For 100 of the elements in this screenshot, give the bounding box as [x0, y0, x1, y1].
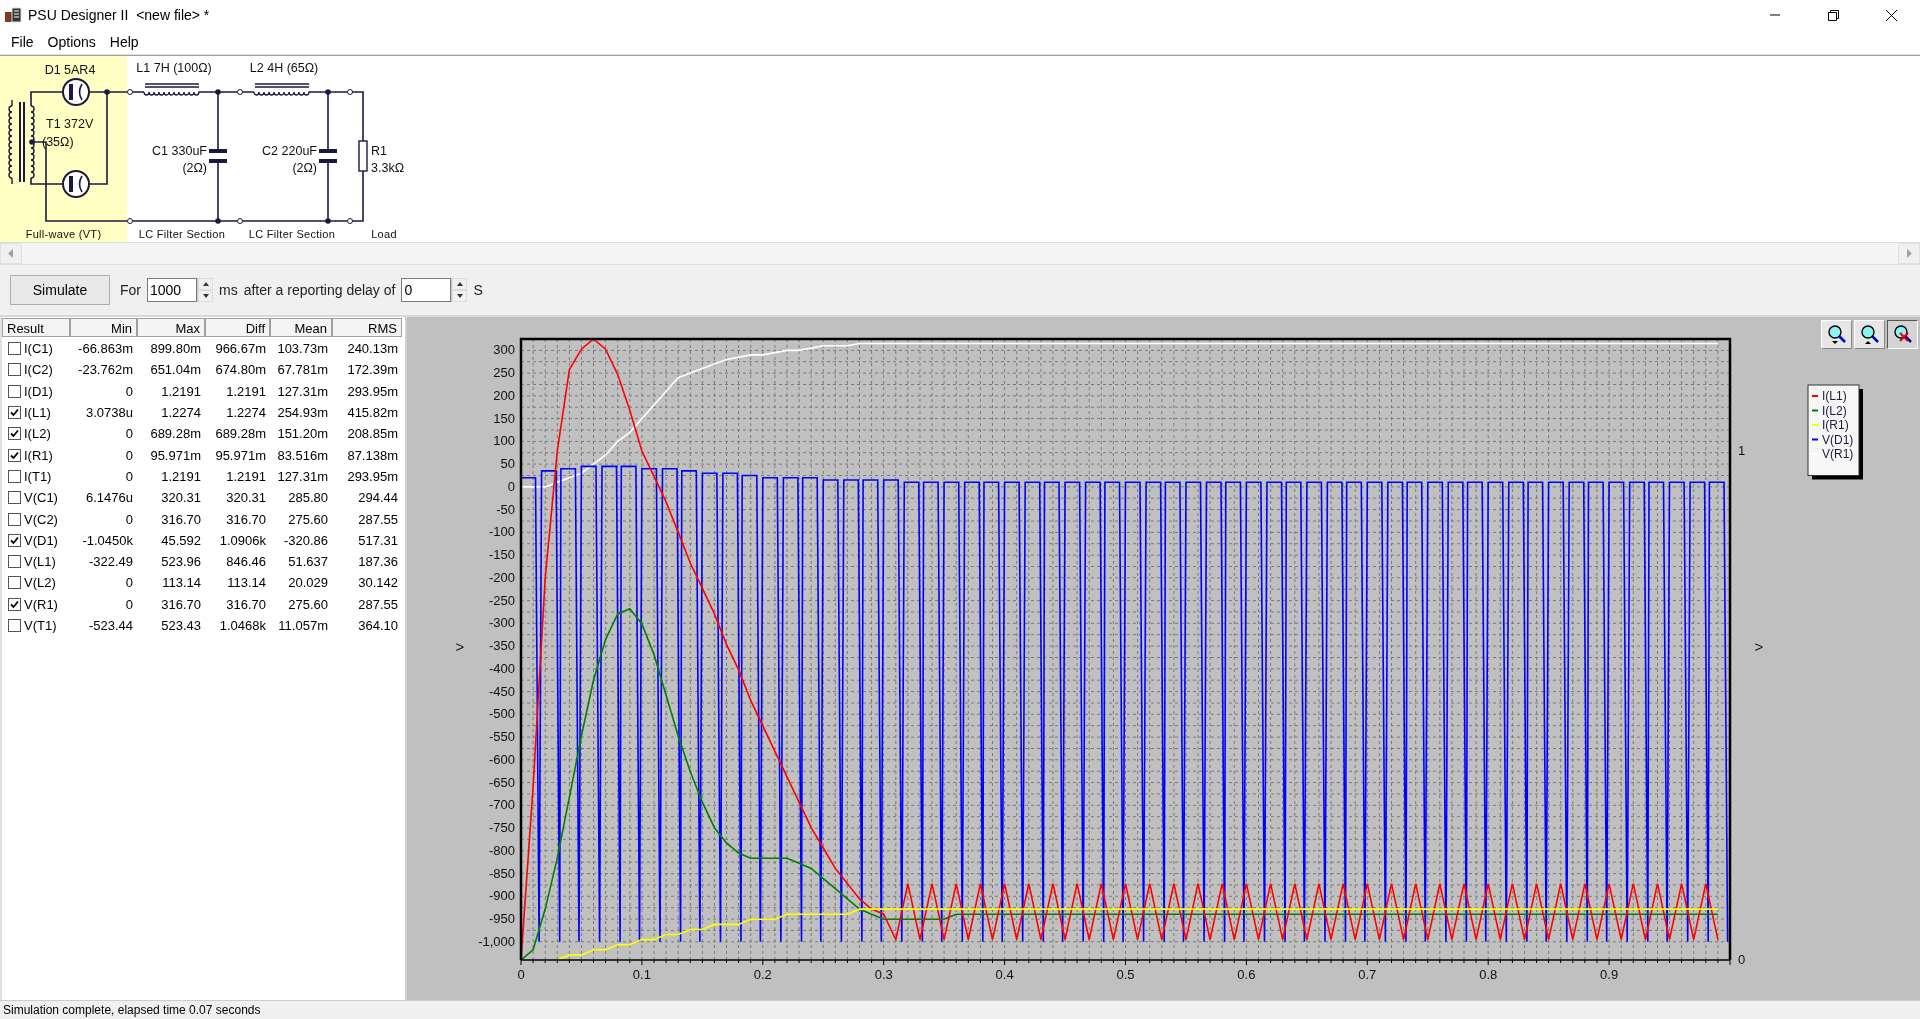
axis-tick-label: 150 — [493, 410, 515, 426]
component-label: (2Ω) — [182, 161, 207, 175]
table-cell-text: 287.55 — [357, 511, 399, 527]
table-cell-text: 187.36 — [357, 554, 399, 570]
axis-tick-label: -950 — [488, 911, 515, 927]
table-cell-text: -66.863m — [77, 341, 134, 357]
table-cell-text: 30.142 — [357, 575, 399, 591]
component-label: C1 330uF — [152, 144, 207, 158]
axis-tick-label: -650 — [488, 774, 515, 790]
axis-tick-label: 0.5 — [1116, 967, 1135, 982]
table-cell-text: 1.2274 — [160, 405, 202, 421]
table-cell-text: 0 — [124, 383, 134, 399]
component-label: R1 — [371, 144, 387, 158]
table-cell: V(D1) — [24, 532, 58, 548]
table-cell-text: 523.96 — [160, 554, 202, 570]
table-cell-text: 294.44 — [357, 490, 399, 506]
table-cell: V(T1) — [24, 618, 57, 633]
table-cell-text: 0 — [124, 426, 134, 442]
axis-tick-label: 0.6 — [1237, 967, 1256, 982]
table-cell-text: 651.04m — [149, 362, 202, 378]
table-cell-text: 320.31 — [160, 490, 202, 506]
table-cell-text: 0 — [124, 575, 134, 591]
table-cell-text: -523.44 — [87, 618, 134, 633]
axis-tick-label: 0 — [507, 478, 515, 494]
axis-tick-label: -200 — [488, 569, 515, 585]
table-cell-text: 208.85m — [346, 426, 399, 442]
table-cell: I(C1) — [24, 341, 53, 357]
axis-tick-label: 50 — [500, 456, 515, 472]
axis-tick-label: -600 — [488, 751, 515, 767]
axis-tick-label: 1 — [1738, 443, 1746, 458]
axis-tick-label: -400 — [488, 660, 515, 676]
table-cell-text: -1.0450k — [81, 532, 134, 548]
axis-title: > — [1754, 638, 1764, 655]
table-cell-text: 1.0906k — [218, 532, 267, 548]
axis-tick-label: 200 — [493, 387, 515, 403]
axis-tick-label: -550 — [488, 729, 515, 745]
axis-tick-label: -800 — [488, 842, 515, 858]
legend-label: I(L1) — [1822, 389, 1847, 403]
table-cell-text: 254.93m — [276, 405, 329, 421]
table-cell-text: 523.43 — [160, 618, 202, 633]
table-cell-text: 285.80 — [287, 490, 329, 506]
table-cell-text: 689.28m — [149, 426, 202, 442]
table-cell-text: 287.55 — [357, 596, 399, 612]
component-label: L2 4H (65Ω) — [249, 61, 319, 75]
component-label: (35Ω) — [42, 135, 74, 149]
table-cell-text: 127.31m — [276, 383, 329, 399]
axis-tick-label: 0.3 — [874, 967, 893, 982]
section-label: LC Filter Section — [138, 228, 226, 240]
for-label: For — [120, 282, 141, 298]
table-cell-text: -23.762m — [77, 362, 134, 378]
axis-tick-label: -850 — [488, 865, 515, 881]
table-cell-text: 674.80m — [214, 362, 267, 378]
table-cell: I(C2) — [24, 362, 53, 378]
axis-tick-label: -300 — [488, 615, 515, 631]
axis-tick-label: 300 — [493, 342, 515, 358]
axis-tick-label: 0.4 — [995, 967, 1014, 982]
table-cell-text: 275.60 — [287, 511, 329, 527]
table-cell-text: 0 — [124, 468, 134, 484]
table-cell: V(C2) — [24, 511, 58, 527]
table-cell: I(L1) — [24, 405, 51, 421]
table-cell-text: 1.2191 — [160, 468, 202, 484]
axis-tick-label: 0.9 — [1600, 967, 1619, 982]
axis-tick-label: -500 — [488, 706, 515, 722]
axis-tick-label: -450 — [488, 683, 515, 699]
legend-label: V(D1) — [1822, 432, 1854, 447]
component-label: C2 220uF — [262, 144, 317, 158]
legend-label: I(R1) — [1822, 418, 1849, 432]
table-cell-text: 899.80m — [149, 341, 202, 357]
table-cell-text: 846.46 — [225, 554, 267, 570]
table-cell-text: 966.67m — [214, 341, 267, 357]
table-cell-text: 689.28m — [214, 426, 267, 442]
axis-tick-label: -150 — [488, 547, 515, 563]
table-cell-text: 172.39m — [346, 362, 399, 378]
axis-tick-label: -700 — [488, 797, 515, 813]
table-cell: V(L1) — [24, 554, 56, 570]
table-cell: I(R1) — [24, 447, 53, 463]
section-label: LC Filter Section — [248, 228, 336, 240]
table-cell-text: 364.10 — [357, 618, 399, 633]
table-cell-text: 240.13m — [346, 341, 399, 357]
table-cell-text: 320.31 — [225, 490, 267, 506]
table-cell-text: 3.0738u — [85, 405, 134, 421]
axis-tick-label: -750 — [488, 820, 515, 836]
table-cell-text: 293.95m — [346, 383, 399, 399]
component-label: L1 7H (100Ω) — [136, 61, 212, 75]
axis-tick-label: 100 — [493, 433, 515, 449]
axis-tick-label: 250 — [493, 365, 515, 381]
table-cell-text: -322.49 — [87, 554, 134, 570]
axis-tick-label: 0.7 — [1358, 967, 1377, 982]
table-cell-text: 293.95m — [346, 468, 399, 484]
component-label: (2Ω) — [292, 161, 317, 175]
axis-tick-label: -1,000 — [478, 933, 515, 949]
table-cell: V(C1) — [24, 490, 58, 506]
delay-label: after a reporting delay of — [243, 282, 396, 298]
table-cell-text: 316.70 — [225, 511, 267, 527]
table-cell-text: 517.31 — [357, 532, 399, 548]
table-cell-text: 95.971m — [214, 447, 267, 463]
table-cell-text: 151.20m — [276, 426, 329, 442]
window-title: PSU Designer II <new file> * — [28, 7, 211, 23]
table-cell-text: 0 — [124, 511, 134, 527]
table-cell-text: -320.86 — [282, 532, 329, 548]
